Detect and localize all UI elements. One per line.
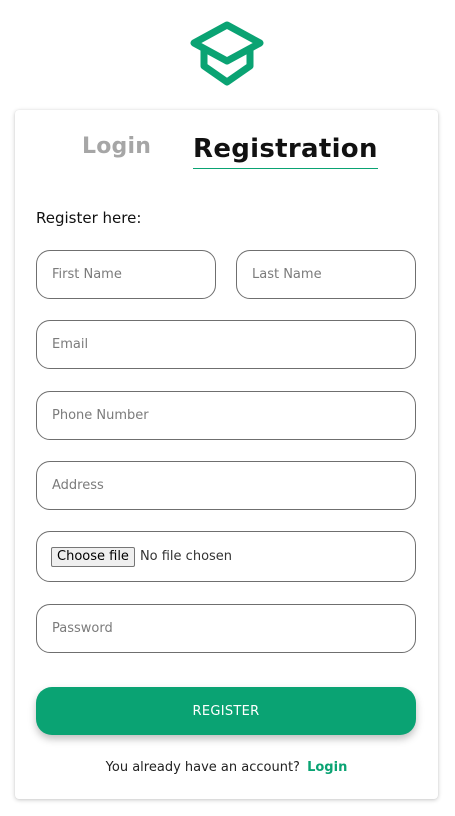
phone-input[interactable] <box>36 391 416 440</box>
file-status: No file chosen <box>139 549 233 564</box>
tab-registration[interactable]: Registration <box>193 134 378 169</box>
register-button[interactable]: REGISTER <box>36 687 416 735</box>
login-prompt: You already have an account? Login <box>15 760 438 775</box>
tab-login[interactable]: Login <box>82 134 151 159</box>
auth-card: Login Registration Register here: Choose… <box>15 110 438 799</box>
page: Login Registration Register here: Choose… <box>0 0 455 816</box>
email-input[interactable] <box>36 320 416 369</box>
form-heading: Register here: <box>36 209 142 227</box>
login-prompt-text: You already have an account? <box>105 760 300 775</box>
file-upload-field: Choose file No file chosen <box>36 531 416 582</box>
login-link[interactable]: Login <box>307 760 347 775</box>
choose-file-button[interactable]: Choose file <box>51 546 135 567</box>
address-input[interactable] <box>36 461 416 510</box>
password-input[interactable] <box>36 604 416 653</box>
graduation-cap-icon <box>190 21 264 86</box>
first-name-input[interactable] <box>36 250 216 299</box>
last-name-input[interactable] <box>236 250 416 299</box>
